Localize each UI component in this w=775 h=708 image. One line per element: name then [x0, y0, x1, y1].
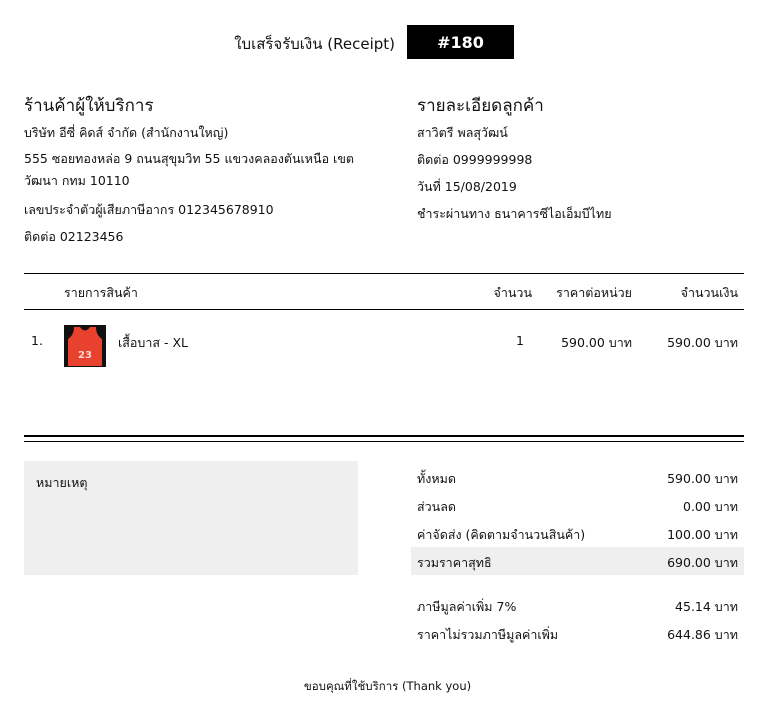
item-qty: 1 [516, 333, 524, 348]
seller-heading: ร้านค้าผู้ให้บริการ [24, 96, 154, 116]
summary-shipping: ค่าจัดส่ง (คิดตามจำนวนสินค้า) 100.00 บาท [411, 519, 744, 547]
item-amount: 590.00 บาท [667, 335, 738, 350]
subtotal-value: 590.00 บาท [667, 471, 738, 486]
column-header-amount: จำนวนเงิน [680, 285, 738, 300]
table-header-divider [24, 309, 744, 310]
shipping-label: ค่าจัดส่ง (คิดตามจำนวนสินค้า) [417, 527, 586, 542]
receipt-title: ใบเสร็จรับเงิน (Receipt) [234, 35, 395, 53]
subtotal-label: ทั้งหมด [417, 471, 456, 486]
discount-label: ส่วนลด [417, 499, 456, 514]
summary-net-total: รวมราคาสุทธิ 690.00 บาท [411, 547, 744, 575]
seller-company: บริษัท อีซี่ คิดส์ จำกัด (สำนักงานใหญ่) [24, 125, 229, 140]
pre-vat-label: ราคาไม่รวมภาษีมูลค่าเพิ่ม [417, 627, 559, 642]
summary-discount: ส่วนลด 0.00 บาท [411, 491, 744, 519]
customer-heading: รายละเอียดลูกค้า [417, 96, 544, 116]
basketball-jersey-icon: 23 [64, 325, 106, 367]
net-total-value: 690.00 บาท [667, 555, 738, 570]
pre-vat-value: 644.86 บาท [667, 627, 738, 642]
note-label: หมายเหตุ [36, 475, 88, 490]
shipping-value: 100.00 บาท [667, 527, 738, 542]
discount-value: 0.00 บาท [683, 499, 738, 514]
table-bottom-divider-thin [24, 441, 744, 442]
row-index: 1. [31, 333, 43, 348]
thank-you-footer: ขอบคุณที่ใช้บริการ (Thank you) [303, 679, 472, 693]
column-header-qty: จำนวน [493, 285, 532, 300]
column-header-item: รายการสินค้า [64, 285, 138, 300]
summary-pre-vat: ราคาไม่รวมภาษีมูลค่าเพิ่ม 644.86 บาท [411, 619, 744, 647]
product-name: เสื้อบาส - XL [118, 335, 188, 350]
table-top-divider [24, 273, 744, 274]
customer-contact: ติดต่อ 0999999998 [417, 152, 533, 167]
item-unit-price: 590.00 บาท [561, 335, 632, 350]
column-header-unit-price: ราคาต่อหน่วย [556, 285, 632, 300]
receipt-date: วันที่ 15/08/2019 [417, 179, 517, 194]
note-box: หมายเหตุ [24, 461, 358, 575]
summary-vat: ภาษีมูลค่าเพิ่ม 7% 45.14 บาท [411, 591, 744, 619]
seller-details: ร้านค้าผู้ให้บริการ บริษัท อีซี่ คิดส์ จ… [24, 92, 384, 250]
customer-name: สาวิตรี พลสุวัฒน์ [417, 125, 508, 140]
customer-details: รายละเอียดลูกค้า สาวิตรี พลสุวัฒน์ ติดต่… [417, 92, 747, 227]
vat-value: 45.14 บาท [675, 599, 738, 614]
seller-tax-id: เลขประจำตัวผู้เสียภาษีอากร 012345678910 [24, 202, 274, 217]
seller-address: 555 ซอยทองหล่อ 9 ถนนสุขุมวิท 55 แขวงคลอง… [24, 151, 354, 188]
jersey-number: 23 [78, 350, 92, 361]
receipt-number-badge: #180 [407, 25, 514, 59]
payment-method: ชำระผ่านทาง ธนาคารซีไอเอ็มบีไทย [417, 206, 612, 221]
vat-label: ภาษีมูลค่าเพิ่ม 7% [417, 599, 517, 614]
table-bottom-divider [24, 435, 744, 437]
summary-subtotal: ทั้งหมด 590.00 บาท [411, 463, 744, 491]
seller-contact: ติดต่อ 02123456 [24, 229, 124, 244]
net-total-label: รวมราคาสุทธิ [417, 555, 492, 570]
